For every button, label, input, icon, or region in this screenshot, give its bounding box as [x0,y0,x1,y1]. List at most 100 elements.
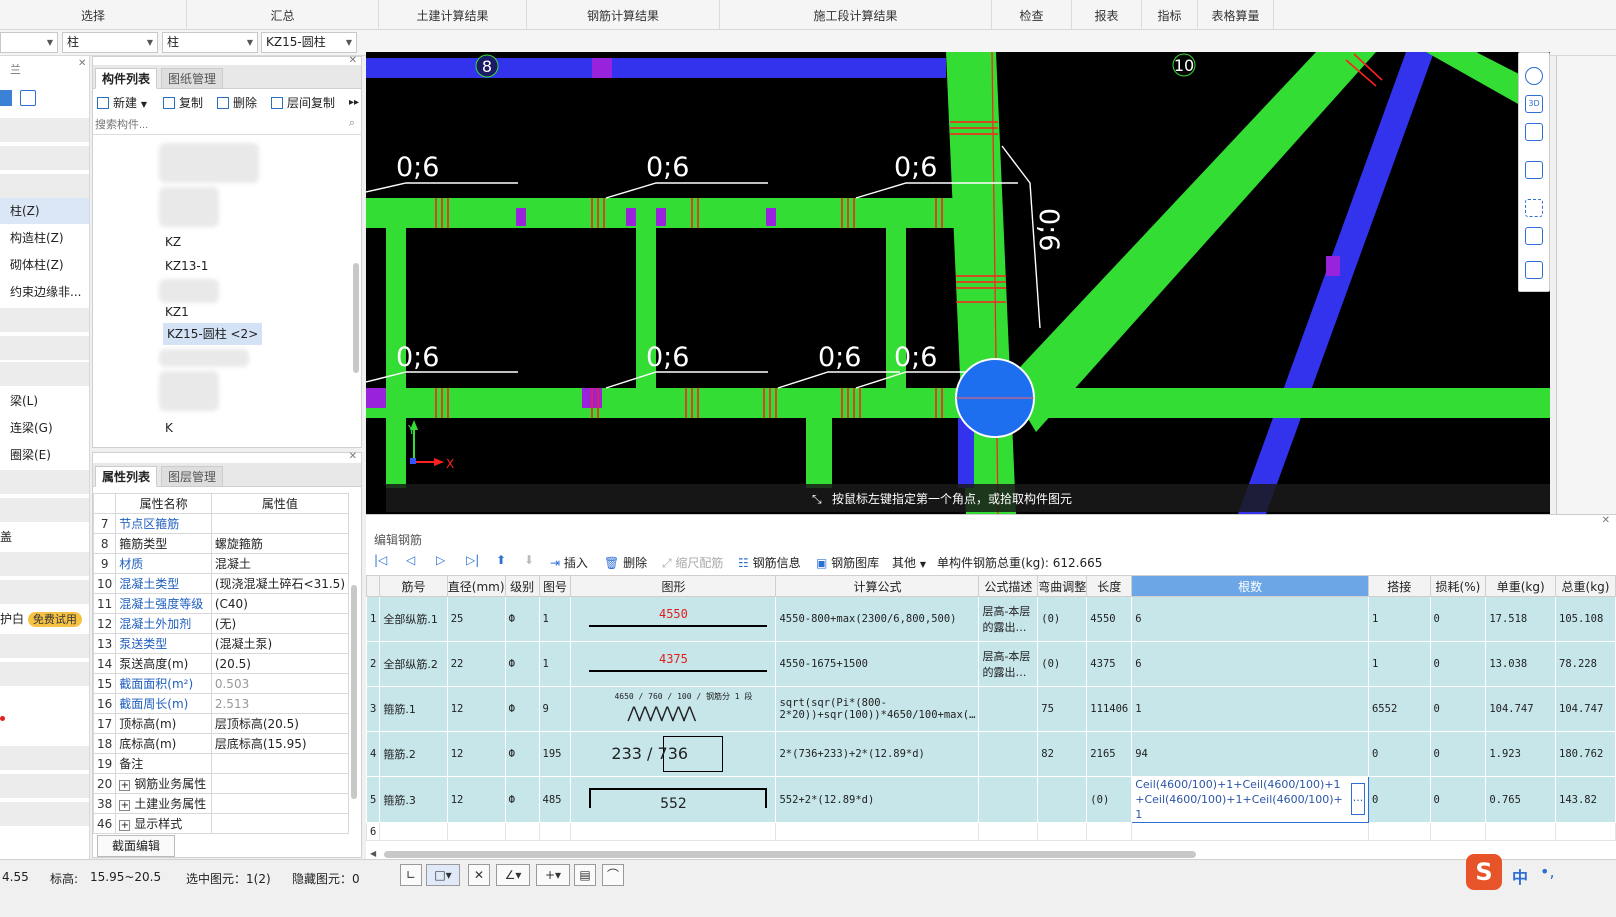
free-trial-badge[interactable]: 免费试用 [27,612,82,627]
rebar-header-cell[interactable]: 级别 [504,575,540,597]
rebar-header-cell[interactable]: 直径(mm) [446,575,506,597]
rebar-cell-loss[interactable]: 0 [1429,641,1487,687]
rebar-cell-idx[interactable]: 4 [365,731,381,777]
close-icon[interactable]: ✕ [1602,515,1610,526]
rebar-cell-len[interactable]: 4375 [1086,641,1133,687]
orbit-icon[interactable] [1525,67,1543,85]
ribbon-group-table-calc[interactable]: 表格算量 [1198,0,1274,30]
property-row[interactable]: 16 截面周长(m) 2.513 [92,693,350,714]
nav-item-ring-beam[interactable]: 圈梁(E) [0,442,89,468]
rebar-cell-dia[interactable]: 12 [446,731,506,777]
property-value[interactable] [210,813,350,834]
category-select[interactable]: 柱 ▼ [62,32,158,53]
rebar-header-cell[interactable]: 单重(kg) [1485,575,1557,597]
rebar-header-cell[interactable]: 根数 [1131,575,1369,597]
ribbon-group-index[interactable]: 指标 [1142,0,1198,30]
fullscreen-icon[interactable] [1525,199,1543,217]
property-row[interactable]: 8 箍筋类型 螺旋箍筋 [92,533,350,554]
last-icon[interactable]: ▷| [466,553,479,567]
rebar-cell-count[interactable]: Ceil(4600/100)+1+Ceil(4600/100)+1+Ceil(4… [1131,776,1369,823]
3d-view-icon[interactable]: 3D [1525,95,1543,113]
rebar-header-cell[interactable]: 搭接 [1367,575,1431,597]
tab-drawing-management[interactable]: 图纸管理 [161,68,224,89]
rebar-cell-desc[interactable] [978,822,1039,841]
ortho-icon[interactable]: ∟ [400,864,422,886]
rebar-cell-unit[interactable]: 17.518 [1485,596,1557,642]
rebar-cell-len[interactable]: 4550 [1086,596,1133,642]
rebar-cell-dia[interactable]: 22 [446,641,506,687]
ribbon-group-select[interactable]: 选择 [0,0,187,30]
rebar-cell-bend[interactable]: 75 [1037,686,1088,732]
rebar-cell-bend[interactable]: 82 [1037,731,1088,777]
settings-list-icon[interactable] [1525,261,1543,279]
rebar-cell-total[interactable]: 104.747 [1555,686,1616,732]
insert-button[interactable]: ⇥ 插入 [550,554,588,571]
rebar-cell-total[interactable]: 143.82 [1555,776,1616,823]
rebar-cell-len[interactable]: (0) [1086,776,1133,823]
rebar-cell-loss[interactable]: 0 [1429,731,1487,777]
rebar-cell-dia[interactable]: 25 [446,596,506,642]
tab-component-list[interactable]: 构件列表 [95,68,158,89]
rebar-header-cell[interactable]: 公式描述 [978,575,1039,597]
nav-item-column[interactable]: 柱(Z) [0,198,89,224]
rebar-cell-unit[interactable]: 0.765 [1485,776,1557,823]
delete-button[interactable]: 删除 [217,93,257,113]
type-select[interactable]: 柱 ▼ [162,32,258,53]
rebar-cell-lap[interactable]: 0 [1367,776,1431,823]
rebar-cell-unit[interactable]: 13.038 [1485,641,1557,687]
rebar-cell-desc[interactable] [978,686,1039,732]
move-up-icon[interactable]: ⬆ [496,553,506,567]
property-row[interactable]: 14 泵送高度(m) (20.5) [92,653,350,674]
rebar-cell-unit[interactable]: 104.747 [1485,686,1557,732]
rebar-cell-idx[interactable]: 2 [365,641,381,687]
close-icon[interactable]: ✕ [349,451,357,462]
tab-layer-management[interactable]: 图层管理 [161,466,224,487]
rebar-row[interactable]: 5 箍筋.3 12 Ф 485 552 552+2*(12.89*d) (0) Ceil(460… [365,776,1616,823]
rebar-cell-grade[interactable] [504,822,540,841]
nav-item-protect[interactable]: 护白 免费试用 [0,606,89,632]
rebar-cell-shape[interactable]: 552 [570,776,777,823]
rebar-cell-shape[interactable] [570,822,777,841]
property-row[interactable]: 15 截面面积(m²) 0.503 [92,673,350,694]
copy-button[interactable]: 复制 [163,93,203,113]
tree-item[interactable]: K [165,417,173,439]
property-row[interactable]: 20 + 钢筋业务属性 [92,773,350,794]
snap-icon[interactable]: □▾ [426,864,460,886]
next-icon[interactable]: ▷ [436,553,445,567]
rebar-cell-count[interactable]: 1 [1131,686,1369,732]
rebar-cell-lap[interactable]: 6552 [1367,686,1431,732]
rebar-cell-len[interactable]: 111406 [1086,686,1133,732]
property-row[interactable]: 11 混凝土强度等级 (C40) [92,593,350,614]
arc-icon[interactable]: ⌒ [602,864,624,886]
ribbon-group-report[interactable]: 报表 [1072,0,1142,30]
tab-property-list[interactable]: 属性列表 [95,466,158,487]
scrollbar[interactable] [353,263,359,373]
tree-item[interactable]: KZ [165,231,181,253]
search-box[interactable]: ⌕ [93,115,361,135]
property-row[interactable]: 12 混凝土外加剂 (无) [92,613,350,634]
nav-item-cover[interactable]: 盖 [0,524,89,550]
property-value[interactable]: (C40) [210,593,350,614]
rebar-cell-formula[interactable]: sqrt(sqr(Pi*(800-2*20))+sqr(100))*4650/1… [775,686,980,732]
rebar-cell-grade[interactable]: Ф [504,686,540,732]
rebar-cell-dia[interactable]: 12 [446,686,506,732]
rebar-row[interactable]: 6 [365,822,1616,841]
rebar-cell-idx[interactable]: 3 [365,686,381,732]
property-row[interactable]: 10 混凝土类型 (现浇混凝土碎石<31.5) [92,573,350,594]
rebar-cell-idx[interactable]: 5 [365,776,381,823]
property-value[interactable]: 0.503 [210,673,350,694]
rebar-cell-idx[interactable]: 1 [365,596,381,642]
rebar-row[interactable]: 4 箍筋.2 12 Ф 195 233 / 736 2*(736+233)+2*(12.89… [365,731,1616,777]
rebar-header-cell[interactable]: 图号 [538,575,572,597]
rebar-cell-bend[interactable] [1037,776,1088,823]
property-value[interactable]: 混凝土 [210,553,350,574]
rebar-cell-name[interactable]: 箍筋.3 [379,776,448,823]
search-icon[interactable]: ⌕ [349,116,355,130]
rebar-cell-formula[interactable]: 552+2*(12.89*d) [775,776,980,823]
search-input[interactable] [95,117,335,133]
rebar-cell-name[interactable]: 箍筋.1 [379,686,448,732]
rebar-cell-count[interactable]: 94 [1131,731,1369,777]
rebar-cell-total[interactable] [1555,822,1616,841]
property-value[interactable]: 层底标高(15.95) [210,733,350,754]
rebar-cell-desc[interactable] [978,776,1039,823]
